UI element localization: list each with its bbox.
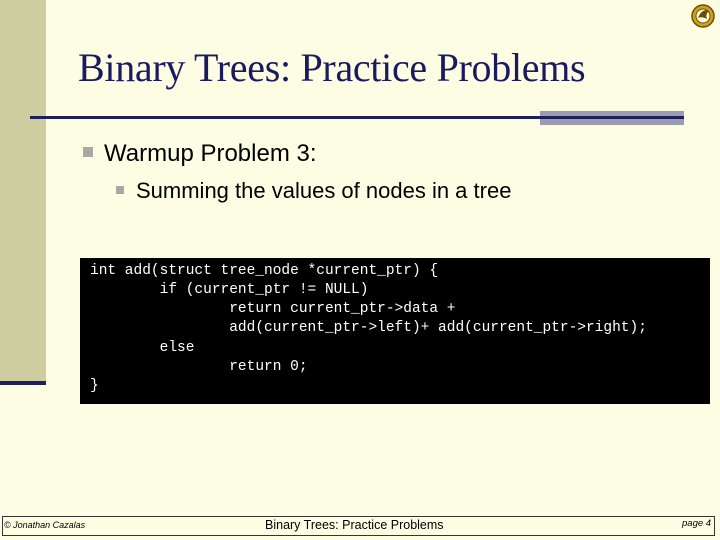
footer-author: © Jonathan Cazalas: [4, 520, 86, 530]
code-line: else: [90, 340, 195, 356]
title-divider-accent-line: [540, 116, 684, 119]
ucf-pegasus-logo-icon: [691, 4, 715, 28]
bullet-text: Summing the values of nodes in a tree: [136, 178, 512, 203]
square-bullet-icon: [83, 146, 93, 157]
left-accent-band-edge: [0, 381, 46, 385]
code-line: add(current_ptr->left)+ add(current_ptr-…: [90, 320, 647, 336]
slide-title: Binary Trees: Practice Problems: [78, 45, 586, 90]
page-number: page 4: [682, 518, 712, 529]
code-line: }: [90, 378, 99, 394]
code-line: if (current_ptr != NULL): [90, 282, 369, 298]
square-bullet-icon: [116, 186, 124, 195]
bullet-level-2: Summing the values of nodes in a tree: [116, 178, 511, 204]
footer-title: Binary Trees: Practice Problems: [265, 518, 444, 532]
left-accent-band: [0, 0, 46, 383]
bullet-level-1: Warmup Problem 3:: [83, 140, 317, 168]
title-divider: [30, 116, 540, 119]
bullet-text: Warmup Problem 3:: [104, 140, 317, 167]
code-line: return 0;: [90, 359, 308, 375]
code-line: int add(struct tree_node *current_ptr) {: [90, 263, 439, 279]
code-line: return current_ptr->data +: [90, 301, 456, 317]
